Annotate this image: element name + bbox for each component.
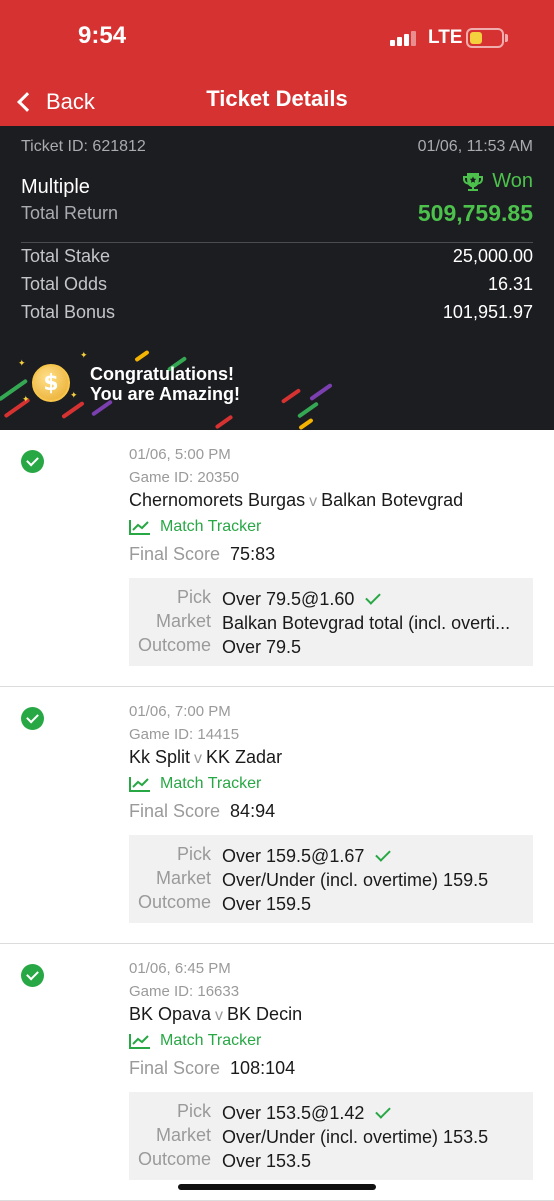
outcome-value: Over 159.5 [222,893,312,914]
pick-details: Pick Over 159.5@1.67 Market Over/Under (… [129,835,533,923]
status-time: 9:54 [78,22,127,49]
final-score-value: 108:104 [230,1058,296,1078]
pick-label: Pick [176,844,211,864]
battery-icon [466,28,504,48]
event-time: 01/06, 7:00 PM [129,703,231,720]
market-label: Market [155,1125,211,1145]
away-team: BK Decin [227,1004,303,1024]
match-teams: Kk Split v KK Zadar [129,747,282,768]
match-teams: BK Opava v BK Decin [129,1004,302,1025]
check-icon [365,588,382,605]
final-score: Final Score 84:94 [129,801,275,822]
pick-details: Pick Over 79.5@1.60 Market Balkan Botevg… [129,578,533,666]
match-tracker-link[interactable]: Match Tracker [129,518,261,536]
pick-label: Pick [176,587,211,607]
check-circle-icon [21,964,44,987]
final-score-label: Final Score [129,544,221,564]
congrats-banner: ✦ ✦ ✦ ✦ $ Congratulations! You are Amazi… [0,346,554,430]
total-bonus-label: Total Bonus [21,302,116,322]
pick-details: Pick Over 153.5@1.42 Market Over/Under (… [129,1092,533,1180]
outcome-value: Over 153.5 [222,1150,312,1171]
check-icon [375,845,392,862]
check-icon [375,1102,392,1119]
match-tracker-label: Match Tracker [160,775,262,792]
outcome-label: Outcome [137,892,211,912]
home-team: Chernomorets Burgas [129,490,306,510]
status-label: Won [492,170,533,192]
total-stake-label: Total Stake [21,246,111,266]
page-title: Ticket Details [206,86,348,111]
selection-item: 01/06, 7:00 PM Game ID: 14415 Kk Split v K… [0,687,554,944]
final-score-value: 75:83 [230,544,276,564]
ticket-id: Ticket ID: 621812 [21,138,146,155]
market-label: Market [155,868,211,888]
final-score-value: 84:94 [230,801,276,821]
versus-label: v [215,1007,224,1024]
market-value: Over/Under (incl. overtime) 153.5 [222,1126,489,1147]
final-score: Final Score 108:104 [129,1058,295,1079]
match-tracker-label: Match Tracker [160,1032,262,1049]
match-teams: Chernomorets Burgas v Balkan Botevgrad [129,490,463,511]
signal-icon [390,30,420,46]
network-type: LTE [428,27,463,48]
home-team: BK Opava [129,1004,212,1024]
check-circle-icon [21,450,44,473]
pick-value: Over 79.5@1.60 [222,588,355,609]
away-team: Balkan Botevgrad [321,490,464,510]
selection-item: 01/06, 5:00 PM Game ID: 20350 Chernomore… [0,430,554,687]
match-tracker-link[interactable]: Match Tracker [129,1032,261,1050]
market-value: Balkan Botevgrad total (incl. overti... [222,612,511,633]
check-circle-icon [21,707,44,730]
match-tracker-link[interactable]: Match Tracker [129,775,261,793]
outcome-label: Outcome [137,635,211,655]
coin-icon: $ [32,364,70,402]
final-score: Final Score 75:83 [129,544,275,565]
market-label: Market [155,611,211,631]
away-team: KK Zadar [206,747,283,767]
congrats-line2: You are Amazing! [90,384,241,404]
total-stake-value: 25,000.00 [452,246,533,266]
outcome-label: Outcome [137,1149,211,1169]
total-return-value: 509,759.85 [417,200,533,226]
total-bonus-value: 101,951.97 [442,302,533,322]
congrats-text: Congratulations! You are Amazing! [90,364,240,404]
pick-label: Pick [176,1101,211,1121]
line-chart-icon [129,520,150,535]
outcome-value: Over 79.5 [222,636,302,657]
total-odds-label: Total Odds [21,274,108,294]
total-return-label: Total Return [21,203,119,223]
game-id: Game ID: 16633 [129,983,240,1000]
ticket-datetime: 01/06, 11:53 AM [417,138,533,155]
divider [21,242,533,243]
total-odds-value: 16.31 [487,274,533,294]
game-id: Game ID: 14415 [129,726,240,743]
match-tracker-label: Match Tracker [160,518,262,535]
pick-value: Over 159.5@1.67 [222,845,365,866]
pick-value: Over 153.5@1.42 [222,1102,365,1123]
ticket-summary: Ticket ID: 621812 01/06, 11:53 AM Multip… [0,126,554,430]
event-time: 01/06, 5:00 PM [129,446,231,463]
line-chart-icon [129,777,150,792]
trophy-icon [463,172,484,191]
final-score-label: Final Score [129,801,221,821]
line-chart-icon [129,1034,150,1049]
versus-label: v [194,750,203,767]
nav-bar: Back Ticket Details [0,78,554,126]
congrats-line1: Congratulations! [90,364,234,384]
home-team: Kk Split [129,747,191,767]
event-time: 01/06, 6:45 PM [129,960,231,977]
selection-item: 01/06, 6:45 PM Game ID: 16633 BK Opava v B… [0,944,554,1201]
status-bar: 9:54 LTE [0,0,554,78]
game-id: Game ID: 20350 [129,469,240,486]
bet-type: Multiple [21,176,90,198]
home-indicator [178,1184,376,1190]
final-score-label: Final Score [129,1058,221,1078]
status-badge: Won [462,170,533,193]
market-value: Over/Under (incl. overtime) 159.5 [222,869,489,890]
versus-label: v [309,493,318,510]
